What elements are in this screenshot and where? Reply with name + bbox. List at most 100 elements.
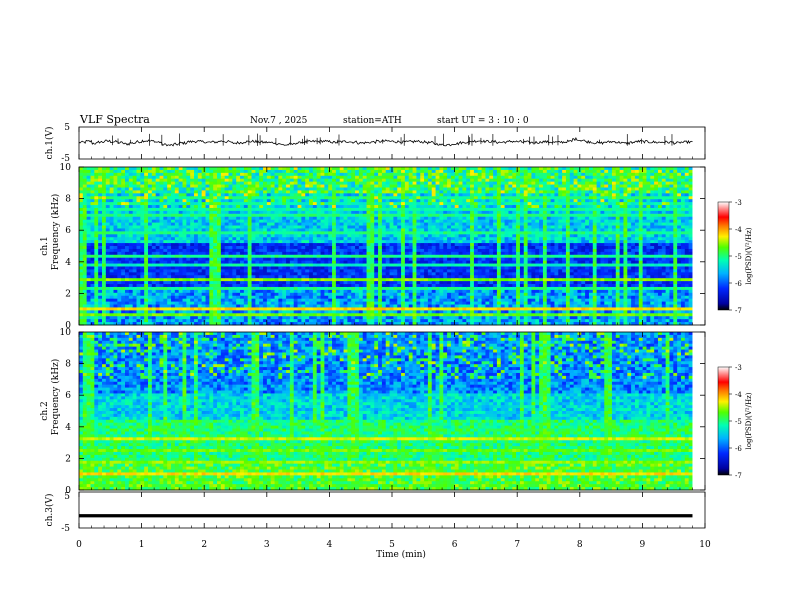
spectrogram-cell [328,307,333,311]
spectrogram-cell [351,219,356,223]
spectrogram-cell [82,269,88,273]
spectrogram-cell [286,167,291,171]
spectrogram-cell [255,222,260,226]
spectrogram-cell [86,181,91,185]
spectrogram-cell [412,289,417,294]
spectrogram-cell [362,210,367,215]
spectrogram-cell [263,225,268,229]
spectrogram-cell [255,169,260,174]
spectrogram-cell [132,169,137,174]
spectrogram-cell [90,225,95,229]
spectrogram-cell [286,246,291,250]
spectrogram-cell [159,205,164,209]
spectrogram-cell [98,213,103,218]
spectrogram-cell [113,251,118,256]
spectrogram-cell [148,172,153,177]
spectrogram-cell [232,316,237,320]
spectrogram-cell [401,266,406,270]
spectrogram-cell [286,310,291,314]
spectrogram-cell [236,202,241,206]
spectrogram-cell [328,213,333,218]
spectrogram-cell [132,295,137,300]
spectrogram-cell [274,178,279,183]
spectrogram-cell [205,275,210,279]
spectrogram-cell [347,254,352,259]
spectrogram-cell [320,178,325,183]
spectrogram-cell [140,222,145,226]
spectrogram-cell [393,178,398,183]
spectrogram-cell [339,246,344,250]
spectrogram-cell [148,319,153,323]
spectrogram-cell [255,301,260,305]
spectrogram-cell [236,207,241,212]
spectrogram-cell [381,184,387,188]
spectrogram-cell [79,251,84,256]
spectrogram-cell [293,178,298,183]
spectrogram-cell [220,289,226,294]
spectrogram-cell [140,167,145,171]
spectrogram-cell [397,219,402,223]
spectrogram-cell [347,246,352,250]
spectrogram-cell [263,175,268,180]
spectrogram-cell [266,187,272,191]
spectrogram-cell [174,251,180,256]
spectrogram-cell [243,269,249,273]
spectrogram-cell [263,178,268,183]
spectrogram-cell [416,281,421,285]
spectrogram-cell [209,266,214,270]
spectrogram-cell [251,307,256,311]
spectrogram-cell [362,181,367,185]
spectrogram-cell [132,234,137,238]
spectrogram-cell [255,307,260,311]
spectrogram-cell [424,178,429,183]
spectrogram-cell [381,181,387,185]
spectrogram-cell [282,175,287,180]
spectrogram-cell [324,319,329,323]
spectrogram-cell [132,187,137,191]
spectrogram-cell [117,219,122,223]
spectrogram-cell [408,190,413,194]
spectrogram-cell [136,178,141,183]
spectrogram-cell [335,254,341,259]
spectrogram-cell [98,310,103,314]
spectrogram-cell [109,207,114,212]
spectrogram-cell [155,219,160,223]
spectrogram-cell [213,213,218,218]
spectrogram-cell [358,202,364,206]
spectrogram-cell [404,246,410,250]
spectrogram-cell [412,225,417,229]
spectrogram-cell [128,184,134,188]
spectrogram-cell [297,193,302,197]
spectrogram-cell [155,190,160,194]
spectrogram-cell [316,216,321,221]
spectrogram-cell [105,295,111,300]
spectrogram-cell [259,240,264,244]
spectrogram-cell [332,260,337,264]
spectrogram-cell [140,231,145,235]
spectrogram-cell [186,234,191,238]
spectrogram-cell [125,181,130,185]
spectrogram-cell [328,313,333,317]
spectrogram-cell [113,207,118,212]
spectrogram-cell [174,199,180,203]
spectrogram-cell [113,178,118,183]
spectrogram-cell [228,248,233,253]
spectrogram-cell [274,169,279,174]
spectrogram-cell [389,278,394,282]
spectrogram-cell [171,193,176,197]
spectrogram-cell [378,193,383,197]
spectrogram-cell [378,190,383,194]
spectrogram-cell [236,275,241,279]
spectrogram-cell [412,301,417,305]
spectrogram-cell [385,257,390,262]
spectrogram-cell [259,301,264,305]
spectrogram-cell [117,228,122,232]
spectrogram-cell [155,246,160,250]
spectrogram-cell [132,313,137,317]
spectrogram-cell [278,169,283,174]
spectrogram-cell [197,275,203,279]
spectrogram-cell [416,213,421,218]
spectrogram-cell [98,240,103,244]
spectrogram-cell [247,219,252,223]
spectrogram-cell [251,284,256,288]
